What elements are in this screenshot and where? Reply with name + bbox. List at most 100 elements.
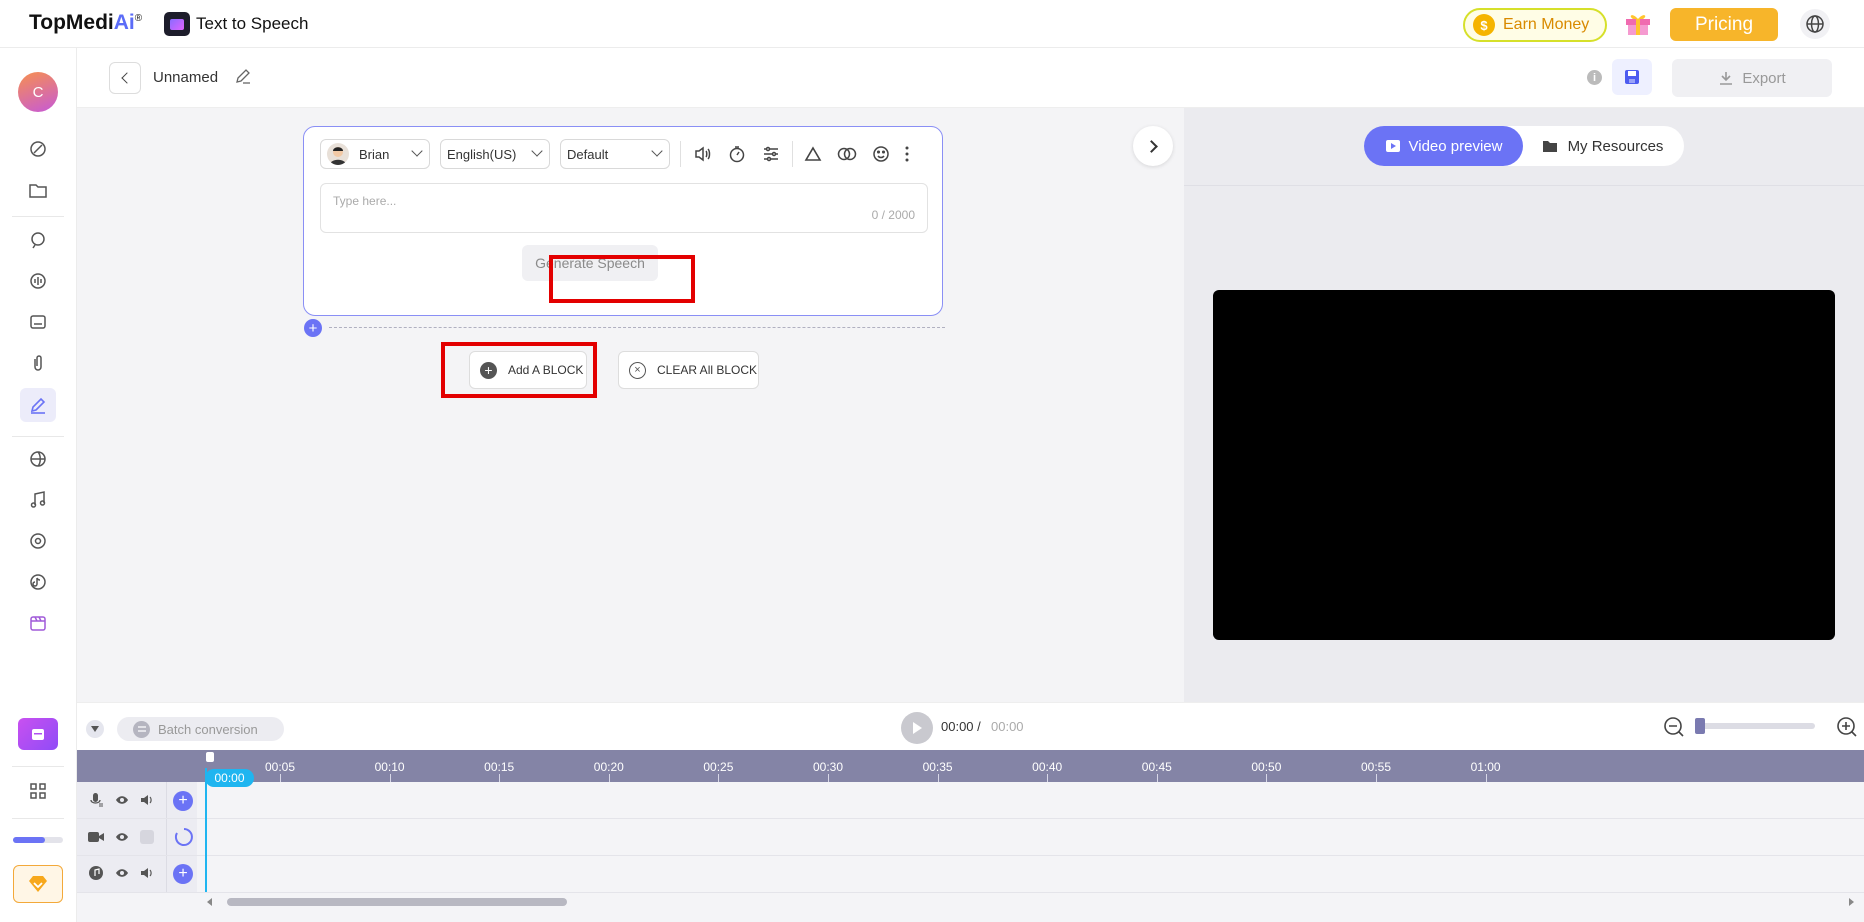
emotion-smiley-icon[interactable] — [868, 141, 894, 167]
clear-all-block-button[interactable]: × CLEAR All BLOCK — [618, 351, 759, 389]
eye-icon[interactable] — [113, 791, 131, 809]
speaker-icon[interactable] — [138, 864, 156, 882]
pricing-button[interactable]: Pricing — [1670, 8, 1778, 41]
music-track-icon — [87, 864, 105, 882]
ruler-tick-mark — [937, 774, 939, 782]
batch-conversion-button[interactable]: Batch conversion — [117, 717, 284, 741]
globe-icon[interactable] — [1800, 9, 1830, 39]
subtitle-icon[interactable] — [27, 311, 49, 333]
style-selector[interactable]: Default — [560, 139, 670, 169]
vinyl-disc-icon[interactable] — [27, 530, 49, 552]
ruler-tick-mark — [608, 774, 610, 782]
volume-icon[interactable] — [690, 141, 716, 167]
chevron-down-icon — [651, 145, 663, 157]
speech-text-input[interactable]: Type here... 0 / 2000 — [320, 183, 928, 233]
voice-name: Brian — [359, 146, 390, 162]
tts-product-icon — [164, 12, 190, 36]
save-button[interactable] — [1612, 59, 1652, 95]
music-note-icon[interactable] — [27, 489, 49, 511]
gift-icon[interactable] — [1624, 10, 1652, 36]
zoom-slider-handle[interactable] — [1695, 718, 1705, 734]
speaker-icon[interactable] — [138, 791, 156, 809]
tab-video-preview[interactable]: Video preview — [1364, 126, 1523, 166]
tab-video-label: Video preview — [1408, 137, 1503, 155]
voice-clone-icon[interactable] — [27, 229, 49, 251]
rename-pencil-icon[interactable] — [235, 68, 253, 86]
generate-highlight-box — [549, 255, 695, 303]
ruler-tick-label: 00:15 — [484, 760, 515, 774]
eye-icon[interactable] — [113, 828, 131, 846]
video-canvas[interactable] — [1213, 290, 1835, 640]
speed-timer-icon[interactable] — [724, 141, 750, 167]
track-placeholder-square — [138, 828, 156, 846]
add-music-track-icon[interactable]: + — [173, 864, 193, 884]
translate-globe-icon[interactable] — [27, 448, 49, 470]
batch-icon — [133, 720, 150, 738]
more-options-icon[interactable] — [898, 141, 916, 167]
export-button[interactable]: Export — [1672, 59, 1832, 97]
usage-progress-bar — [13, 837, 63, 843]
magic-icon[interactable] — [27, 138, 49, 160]
edit-pen-icon[interactable] — [20, 388, 56, 422]
project-name: Unnamed — [153, 69, 219, 86]
info-icon[interactable]: i — [1587, 70, 1602, 85]
folder-icon[interactable] — [27, 179, 49, 201]
tiktok-icon[interactable] — [27, 571, 49, 593]
scrollbar-thumb[interactable] — [227, 898, 567, 906]
playhead-time-badge: 00:00 — [205, 769, 254, 787]
current-time: 00:00 / — [941, 719, 981, 734]
timeline-ruler[interactable]: 00:05 00:10 00:15 00:20 00:25 00:30 00:35 00:40… — [77, 750, 1864, 787]
blend-circles-icon[interactable] — [834, 141, 860, 167]
video-play-icon — [1385, 140, 1400, 152]
ruler-tick-mark — [1047, 774, 1049, 782]
adjust-sliders-icon[interactable] — [758, 141, 784, 167]
char-count: 0 / 2000 — [871, 208, 915, 222]
collapse-panel-button[interactable] — [1133, 126, 1173, 166]
avatar[interactable]: C — [18, 72, 58, 112]
horizontal-scrollbar[interactable] — [197, 896, 1864, 908]
ruler-tick-mark — [280, 774, 281, 782]
attachment-icon[interactable] — [27, 352, 49, 374]
back-button[interactable] — [109, 62, 141, 94]
zoom-slider[interactable] — [1695, 718, 1815, 734]
voice-track-mic-icon — [87, 791, 105, 809]
playhead-handle[interactable] — [206, 752, 214, 762]
ruler-tick-mark — [718, 774, 720, 782]
pitch-triangle-icon[interactable] — [800, 141, 826, 167]
zoom-in-icon[interactable] — [1836, 716, 1858, 738]
ruler-tick-mark — [389, 774, 391, 782]
download-icon — [1720, 72, 1733, 85]
add-voice-track-icon[interactable]: + — [173, 791, 193, 811]
earn-money-button[interactable]: $ Earn Money — [1463, 8, 1607, 42]
zoom-out-icon[interactable] — [1663, 716, 1685, 738]
loading-spinner-icon — [173, 826, 195, 848]
ruler-tick-label: 00:25 — [703, 760, 734, 774]
clear-block-label: CLEAR All BLOCK — [657, 363, 758, 377]
text-placeholder: Type here... — [333, 194, 397, 208]
media-calendar-icon[interactable] — [27, 612, 49, 634]
play-button[interactable] — [901, 712, 933, 744]
style-value: Default — [567, 146, 609, 162]
ruler-tick-label: 00:35 — [922, 760, 953, 774]
language-selector[interactable]: English(US) — [440, 139, 550, 169]
app-logo[interactable]: TopMediAi® — [29, 11, 142, 35]
collapse-timeline-icon[interactable] — [86, 720, 104, 738]
voice-selector[interactable]: Brian — [320, 139, 430, 169]
scroll-left-arrow-icon[interactable] — [207, 898, 212, 906]
scroll-right-arrow-icon[interactable] — [1849, 898, 1854, 906]
eye-icon[interactable] — [113, 864, 131, 882]
ruler-tick-label: 00:40 — [1032, 760, 1063, 774]
insert-block-plus-icon[interactable]: + — [304, 319, 322, 337]
chevron-down-icon — [411, 145, 423, 157]
playhead-line — [205, 768, 207, 892]
save-disk-icon — [1625, 70, 1639, 84]
chevron-right-icon — [1144, 139, 1158, 153]
tab-my-resources[interactable]: My Resources — [1523, 126, 1682, 166]
batch-label: Batch conversion — [158, 721, 258, 737]
audio-wave-icon[interactable] — [27, 270, 49, 292]
calendar-app-icon[interactable] — [18, 718, 58, 750]
logo-ai: Ai — [113, 11, 135, 34]
apps-grid-icon[interactable] — [27, 780, 49, 802]
ruler-tick-label: 00:20 — [593, 760, 624, 774]
premium-upgrade-icon[interactable] — [13, 865, 63, 903]
